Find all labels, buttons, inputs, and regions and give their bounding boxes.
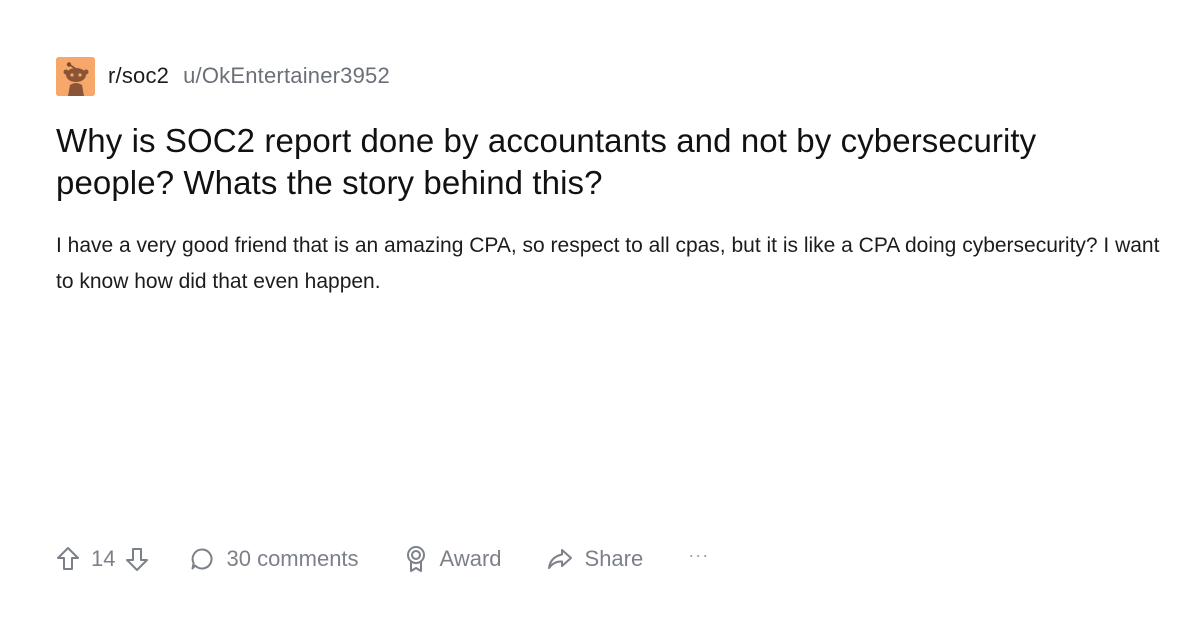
comments-button[interactable]: 30 comments [190,546,359,572]
award-button[interactable]: Award [404,545,502,573]
comments-label: 30 comments [226,546,359,571]
award-label: Award [439,546,502,571]
award-ribbon-icon [404,545,428,573]
post-body: I have a very good friend that is an ama… [56,234,1160,293]
post-card: r/soc2 u/OkEntertainer3952 Why is SOC2 r… [0,0,1200,630]
share-label: Share [584,546,644,571]
vote-count: 14 [91,546,116,571]
post-meta: r/soc2 u/OkEntertainer3952 [56,56,390,96]
downvote-arrow-icon[interactable] [125,546,149,572]
post-title[interactable]: Why is SOC2 report done by accountants a… [56,120,1156,204]
vote-group: 14 [56,546,149,572]
subreddit-link[interactable]: r/soc2 [108,63,169,89]
post-actions-bar: 14 30 comments Award Share ··· [56,540,709,578]
snoo-avatar-icon[interactable] [56,56,95,96]
upvote-arrow-icon[interactable] [56,546,80,572]
author-link[interactable]: u/OkEntertainer3952 [183,63,390,89]
more-options-button[interactable]: ··· [688,545,709,566]
share-arrow-icon [547,547,573,571]
share-button[interactable]: Share [547,546,644,572]
comment-bubble-icon [190,547,214,571]
